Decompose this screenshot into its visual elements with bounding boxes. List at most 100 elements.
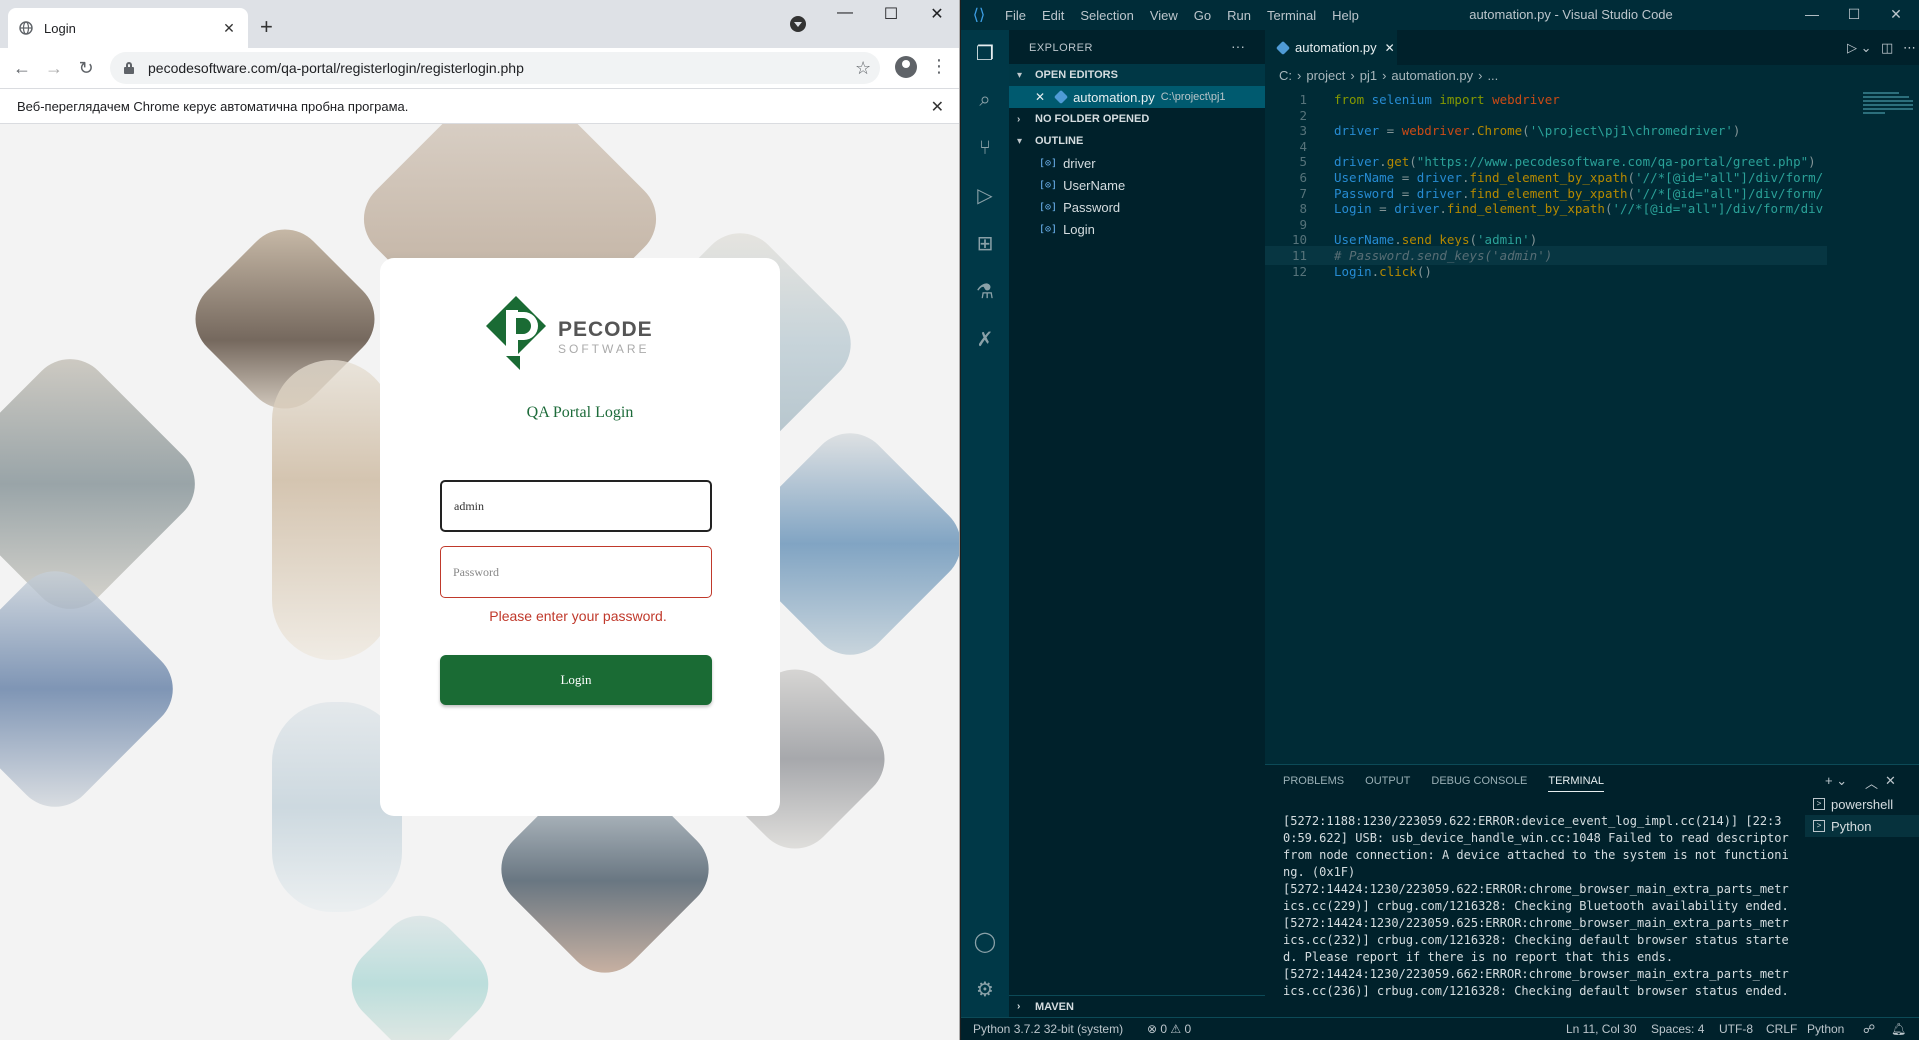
new-tab-icon[interactable]: +: [260, 14, 273, 40]
open-editor-item[interactable]: ✕ automation.py C:\project\pj1: [1009, 86, 1265, 108]
menu-item-help[interactable]: Help: [1332, 8, 1359, 23]
more-actions-icon[interactable]: ···: [1231, 38, 1245, 54]
outline-item[interactable]: [⊙] Password: [1009, 196, 1265, 218]
testing-icon[interactable]: ⚗: [973, 280, 997, 304]
menu-item-selection[interactable]: Selection: [1080, 8, 1133, 23]
browser-tab[interactable]: Login ✕: [8, 8, 248, 48]
chrome-menu-icon[interactable]: ⋮: [930, 56, 948, 77]
panel-tab-problems[interactable]: PROBLEMS: [1283, 775, 1344, 792]
bookmark-star-icon[interactable]: ☆: [855, 58, 871, 79]
python-file-icon: [1277, 42, 1289, 54]
maximize-panel-icon[interactable]: ︿: [1865, 773, 1878, 792]
close-editor-icon[interactable]: ✕: [1035, 90, 1045, 104]
back-icon[interactable]: ←: [10, 56, 34, 80]
menu-item-edit[interactable]: Edit: [1042, 8, 1064, 23]
outline-item[interactable]: [⊙] driver: [1009, 152, 1265, 174]
background-photo: [0, 554, 190, 824]
vscode-maximize-icon[interactable]: ☐: [1831, 6, 1877, 23]
extensions-icon[interactable]: ⊞: [973, 232, 997, 256]
no-folder-section[interactable]: › NO FOLDER OPENED: [1009, 108, 1265, 130]
panel-tab-output[interactable]: OUTPUT: [1365, 775, 1410, 792]
outline-item[interactable]: [⊙] UserName: [1009, 174, 1265, 196]
tab-search-icon[interactable]: [790, 16, 806, 32]
python-interpreter[interactable]: Python 3.7.2 32-bit (system): [973, 1022, 1123, 1036]
code-line[interactable]: 12 Login.click(): [1265, 262, 1827, 281]
brand-subtitle: SOFTWARE: [558, 342, 650, 356]
panel-tab-debug-console[interactable]: DEBUG CONSOLE: [1431, 775, 1527, 792]
reload-icon[interactable]: ↻: [74, 56, 98, 80]
terminal-output[interactable]: [5272:1188:1230/223059.622:ERROR:device_…: [1283, 813, 1793, 1000]
login-heading: QA Portal Login: [526, 404, 634, 421]
run-debug-icon[interactable]: ▷: [973, 184, 997, 208]
menu-item-go[interactable]: Go: [1194, 8, 1211, 23]
new-terminal-icon[interactable]: + ⌄: [1825, 773, 1847, 789]
remote-x-icon[interactable]: ✗: [973, 328, 997, 352]
vscode-close-icon[interactable]: ✕: [1873, 6, 1919, 23]
login-button[interactable]: Login: [440, 655, 712, 705]
search-icon[interactable]: ⌕: [973, 88, 997, 112]
address-bar[interactable]: pecodesoftware.com/qa-portal/registerlog…: [110, 52, 880, 84]
outline-section[interactable]: ▾ OUTLINE: [1009, 130, 1265, 152]
tab-close-icon[interactable]: ✕: [1385, 41, 1395, 55]
source-control-icon[interactable]: ⑂: [973, 136, 997, 160]
language-mode[interactable]: Python: [1807, 1022, 1844, 1036]
python-file-icon: [1055, 91, 1067, 103]
menu-item-file[interactable]: File: [1005, 8, 1026, 23]
minimap-line: [1863, 108, 1913, 110]
indentation[interactable]: Spaces: 4: [1651, 1022, 1704, 1036]
close-panel-icon[interactable]: ✕: [1885, 773, 1896, 789]
password-input[interactable]: Password: [440, 546, 712, 598]
globe-icon: [18, 20, 34, 36]
code-text: Login.click(): [1334, 262, 1432, 281]
minimize-icon[interactable]: —: [822, 4, 868, 22]
vscode-minimize-icon[interactable]: —: [1789, 6, 1835, 22]
explorer-sidebar: EXPLORER ··· ▾ OPEN EDITORS ✕ automation…: [1009, 30, 1265, 1017]
browser-toolbar: ← → ↻ pecodesoftware.com/qa-portal/regis…: [0, 48, 959, 88]
panel-tab-terminal[interactable]: TERMINAL: [1548, 775, 1604, 792]
chevron-down-icon: ▾: [1017, 135, 1023, 147]
infobar-text: Веб-переглядачем Chrome керує автоматичн…: [17, 98, 409, 114]
maven-section[interactable]: › MAVEN: [1009, 995, 1265, 1017]
breadcrumb-segment[interactable]: C:: [1279, 68, 1292, 83]
window-close-icon[interactable]: ✕: [914, 4, 959, 24]
terminal-item-python[interactable]: > Python: [1805, 815, 1919, 837]
menu-item-terminal[interactable]: Terminal: [1267, 8, 1316, 23]
breadcrumb-separator-icon: ›: [1382, 68, 1387, 83]
breadcrumb-segment[interactable]: pj1: [1360, 68, 1377, 83]
tab-close-icon[interactable]: ✕: [220, 20, 238, 37]
outline-item[interactable]: [⊙] Login: [1009, 218, 1265, 240]
menu-bar: File Edit Selection View Go Run Terminal Help: [997, 8, 1367, 23]
maximize-icon[interactable]: ☐: [868, 4, 914, 24]
menu-item-view[interactable]: View: [1150, 8, 1178, 23]
menu-item-run[interactable]: Run: [1227, 8, 1251, 23]
encoding[interactable]: UTF-8: [1719, 1022, 1753, 1036]
minimap[interactable]: [1859, 86, 1915, 746]
accounts-icon[interactable]: ◯: [973, 930, 997, 954]
infobar-close-icon[interactable]: ✕: [931, 97, 944, 117]
terminal-item-powershell[interactable]: > powershell: [1805, 793, 1919, 815]
split-editor-icon[interactable]: ◫: [1881, 40, 1893, 56]
breadcrumb-segment[interactable]: project: [1306, 68, 1345, 83]
code-editor[interactable]: 1 from selenium import webdriver 2 3 driver …: [1265, 86, 1827, 746]
chevron-down-icon: ▾: [1017, 69, 1023, 81]
breadcrumb[interactable]: C: › project › pj1 › automation.py ›...: [1279, 68, 1498, 83]
editor-tab[interactable]: automation.py ✕: [1265, 30, 1397, 65]
username-input[interactable]: admin: [440, 480, 712, 532]
forward-icon[interactable]: →: [42, 56, 66, 80]
feedback-icon[interactable]: ☍: [1863, 1022, 1875, 1036]
profile-avatar-icon[interactable]: [895, 56, 917, 78]
cursor-position[interactable]: Ln 11, Col 30: [1566, 1022, 1637, 1036]
problems-count[interactable]: ⊗ 0 ⚠ 0: [1147, 1022, 1191, 1036]
notifications-bell-icon[interactable]: 🔔︎: [1891, 1022, 1906, 1036]
breadcrumb-separator-icon: ›: [1478, 68, 1483, 83]
line-ending[interactable]: CRLF: [1766, 1022, 1797, 1036]
open-editors-section[interactable]: ▾ OPEN EDITORS: [1009, 64, 1265, 86]
background-photo: [272, 360, 392, 660]
editor-more-icon[interactable]: ⋯: [1903, 40, 1916, 56]
breadcrumb-segment[interactable]: ...: [1487, 68, 1498, 83]
explorer-icon[interactable]: ❐: [973, 42, 997, 66]
run-python-icon[interactable]: ▷ ⌄: [1847, 40, 1872, 56]
terminal-icon: >: [1813, 798, 1825, 810]
settings-gear-icon[interactable]: ⚙: [973, 978, 997, 1002]
breadcrumb-segment[interactable]: automation.py: [1391, 68, 1473, 83]
